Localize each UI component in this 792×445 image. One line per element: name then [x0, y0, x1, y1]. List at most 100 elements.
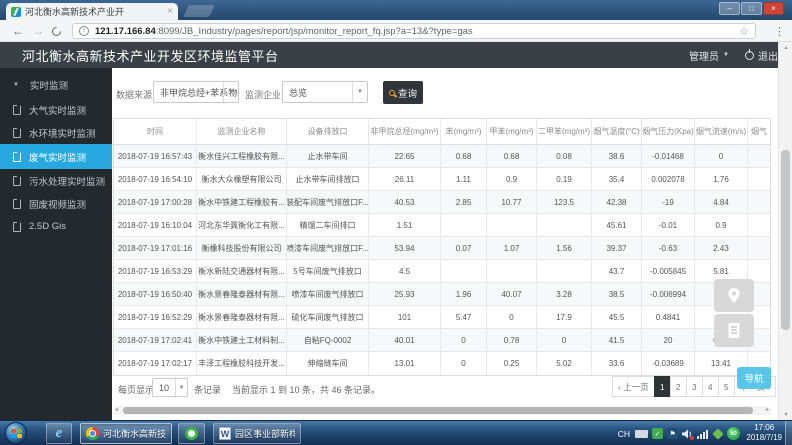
sidebar-item[interactable]: 废气实时监测: [0, 144, 112, 169]
ie-taskbar-button[interactable]: e: [46, 423, 72, 444]
table-cell: 101: [369, 306, 441, 328]
page-button[interactable]: 4: [702, 376, 719, 397]
sidebar-item-label: 废气实时监测: [29, 150, 86, 164]
vertical-scrollbar-thumb[interactable]: [781, 150, 790, 330]
shield-icon[interactable]: ✓: [652, 428, 663, 439]
horizontal-scrollbar[interactable]: ◂ ▸: [113, 406, 771, 415]
search-button[interactable]: 查询: [383, 81, 423, 104]
sidebar-item[interactable]: 大气实时监测: [0, 98, 112, 121]
close-button[interactable]: ×: [763, 2, 784, 15]
page-size-label: 每页显示: [118, 383, 154, 396]
notification-badge: [690, 436, 694, 440]
table-cell: 13.01: [369, 352, 441, 375]
table-cell: 衡水佳兴工程橡胶有限...: [197, 145, 287, 167]
table-cell: -0.006994: [642, 283, 695, 305]
clock-date: 2018/7/19: [746, 433, 782, 443]
clock-time: 17:06: [746, 423, 782, 433]
map-pin-button[interactable]: [714, 279, 754, 312]
column-header: 非甲烷总烃(mg/m³): [369, 119, 441, 144]
horizontal-scrollbar-thumb[interactable]: [123, 407, 753, 414]
logout-button[interactable]: 退出: [745, 48, 778, 63]
page-button[interactable]: 3: [686, 376, 703, 397]
table-cell: [537, 260, 592, 282]
scroll-up-icon[interactable]: ▴: [779, 44, 792, 51]
vertical-scrollbar[interactable]: ▴ ▾: [778, 42, 792, 420]
table-cell: 2018-07-19 16:54:10: [114, 168, 197, 190]
bookmark-star-icon[interactable]: ☆: [739, 25, 749, 38]
table-cell: 1.56: [537, 237, 592, 259]
scroll-right-icon[interactable]: ▸: [766, 406, 769, 415]
document-icon: [13, 199, 21, 209]
sidebar-item-label: 水环境实时监测: [29, 126, 96, 140]
antivirus-score-icon[interactable]: 50: [727, 427, 740, 440]
diamond-app-icon[interactable]: [712, 428, 723, 439]
page-button[interactable]: 5: [718, 376, 735, 397]
scroll-down-icon[interactable]: ▾: [779, 411, 792, 418]
forward-icon[interactable]: →: [32, 24, 44, 38]
maximize-button[interactable]: □: [741, 2, 762, 15]
document-icon: [13, 152, 21, 162]
document-icon: [13, 176, 21, 186]
table-cell: 装配车间废气排放口F...: [287, 191, 369, 213]
table-cell: 止水带车间排放口: [287, 168, 369, 190]
refresh-icon[interactable]: [50, 25, 63, 38]
speaker-icon[interactable]: [682, 428, 693, 439]
sidebar-item[interactable]: 污水处理实时监测: [0, 169, 112, 192]
user-menu[interactable]: 管理员 ▼: [689, 48, 729, 63]
keyboard-icon[interactable]: [635, 430, 648, 438]
minimize-button[interactable]: –: [719, 2, 740, 15]
language-indicator[interactable]: CH: [618, 429, 630, 439]
start-button[interactable]: [5, 422, 27, 444]
company-select[interactable]: 总览 ▼: [282, 81, 368, 103]
flag-icon[interactable]: ⚑: [667, 428, 678, 439]
pagination-pages: 12345: [655, 376, 735, 397]
table-cell: 41.5: [592, 329, 642, 351]
url-text: 121.17.166.84:8099/JB_Industry/pages/rep…: [95, 26, 733, 37]
sidebar-item[interactable]: 2.5D Gis: [0, 215, 112, 238]
page-button[interactable]: 2: [670, 376, 687, 397]
new-tab-button[interactable]: [183, 5, 215, 17]
table-cell: -0.63: [642, 237, 695, 259]
network-signal-icon[interactable]: [697, 429, 708, 439]
green-app-taskbar-button[interactable]: [178, 423, 205, 444]
browser-tab[interactable]: 河北衡水高新技术产业开 ×: [6, 3, 178, 20]
report-document-button[interactable]: [714, 314, 754, 347]
info-icon[interactable]: i: [79, 26, 89, 36]
nav-button[interactable]: 导航: [737, 367, 771, 389]
table-cell: -19: [642, 191, 695, 213]
page-button[interactable]: 1: [654, 376, 671, 397]
table-row: 2018-07-19 17:00:28衡水中铁建工程橡胶有...装配车间废气排放…: [114, 191, 770, 214]
sidebar-item[interactable]: ▼实时监测: [0, 71, 112, 98]
company-select-value: 总览: [289, 86, 307, 99]
table-cell: 衡橡科技股份有限公司: [197, 237, 287, 259]
chrome-taskbar-button[interactable]: 河北衡水高新技...: [80, 423, 172, 444]
sidebar-item[interactable]: 水环境实时监测: [0, 121, 112, 144]
sidebar-item[interactable]: 固废视频监测: [0, 192, 112, 215]
table-row: 2018-07-19 16:57:43衡水佳兴工程橡胶有限...止水带车间22.…: [114, 145, 770, 168]
source-select[interactable]: 非甲烷总烃+苯系物(... ▼: [153, 81, 239, 103]
prev-page-button[interactable]: ‹ 上一页: [612, 376, 655, 397]
table-cell: 伸缩缝车间: [287, 352, 369, 375]
search-icon: [389, 90, 395, 96]
page-size-select[interactable]: 10 ▼: [152, 378, 188, 397]
address-bar[interactable]: i 121.17.166.84:8099/JB_Industry/pages/r…: [72, 23, 756, 39]
document-icon: [13, 222, 21, 232]
browser-menu-icon[interactable]: ⋮: [774, 25, 785, 38]
table-cell: 衡水中铁建工程橡胶有...: [197, 191, 287, 213]
taskbar-clock[interactable]: 17:06 2018/7/19: [746, 423, 782, 443]
page-title: 河北衡水高新技术产业开发区环境监管平台: [22, 46, 279, 65]
table-cell: 2018-07-19 17:01:16: [114, 237, 197, 259]
scroll-left-icon[interactable]: ◂: [115, 406, 118, 415]
table-cell: [487, 260, 537, 282]
word-taskbar-button[interactable]: W 园区事业部新样...: [213, 423, 301, 444]
table-cell: 22.65: [369, 145, 441, 167]
pagination-summary: 当前显示 1 到 10 条，共 46 条记录。: [232, 383, 380, 396]
table-header: 时间监测企业名称设备排放口非甲烷总烃(mg/m³)苯(mg/m³)甲苯(mg/m…: [114, 119, 770, 145]
chrome-task-title: 河北衡水高新技...: [103, 427, 166, 440]
tab-close-icon[interactable]: ×: [167, 7, 173, 17]
table-cell: 2018-07-19 17:02:17: [114, 352, 197, 375]
table-cell: 53.94: [369, 237, 441, 259]
back-icon[interactable]: ←: [12, 24, 24, 38]
show-desktop-button[interactable]: [785, 421, 792, 445]
taskbar: e 河北衡水高新技... W 园区事业部新样... CH ✓ ⚑ 50: [0, 420, 792, 445]
